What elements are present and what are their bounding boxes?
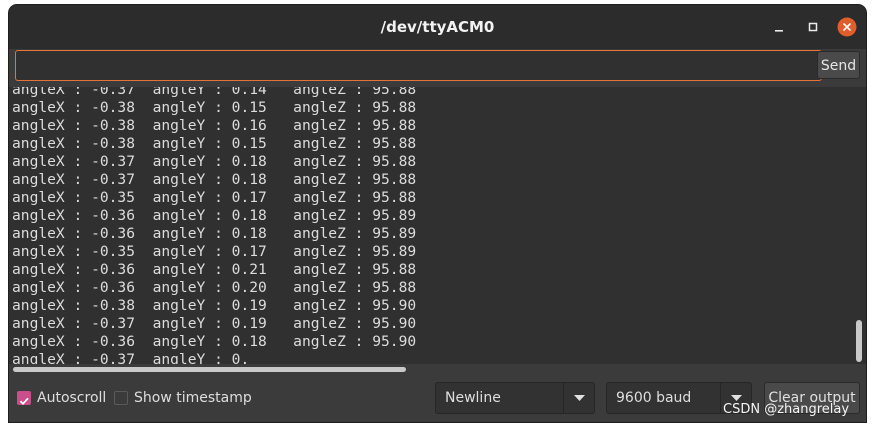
- output-line: angleX : -0.36 angleY : 0.18 angleZ : 95…: [12, 225, 417, 242]
- window-title: /dev/ttyACM0: [380, 18, 495, 36]
- output-line: angleX : -0.37 angleY : 0.19 angleZ : 95…: [12, 315, 417, 332]
- output-line: angleX : -0.35 angleY : 0.17 angleZ : 95…: [12, 189, 417, 206]
- close-button[interactable]: [837, 17, 857, 37]
- maximize-button[interactable]: [803, 17, 823, 37]
- output-line: angleX : -0.37 angleY : 0.18 angleZ : 95…: [12, 153, 417, 170]
- output-line: angleX : -0.37 angleY : 0.18 angleZ : 95…: [12, 171, 417, 188]
- chevron-down-icon: [574, 395, 585, 401]
- output-line: angleX : -0.37 angleY : 0.14 angleZ : 95…: [12, 87, 417, 98]
- output-line: angleX : -0.38 angleY : 0.16 angleZ : 95…: [12, 117, 417, 134]
- autoscroll-label: Autoscroll: [37, 390, 107, 406]
- send-row: Send: [9, 49, 866, 91]
- watermark: CSDN @zhangrelay: [723, 402, 850, 417]
- close-icon: [837, 17, 857, 37]
- serial-monitor-window: /dev/ttyACM0 Send angleX : -0.37 angleY …: [9, 5, 866, 422]
- message-input[interactable]: [15, 50, 822, 81]
- output-lines: angleX : -0.37 angleY : 0.14 angleZ : 95…: [12, 87, 416, 364]
- vertical-scrollbar[interactable]: [856, 320, 862, 362]
- chevron-down-icon: [731, 395, 742, 401]
- output-line: angleX : -0.36 angleY : 0.20 angleZ : 95…: [12, 279, 417, 296]
- select-divider: [720, 383, 721, 413]
- show-timestamp-checkbox[interactable]: [114, 391, 128, 405]
- checkmark-icon: [19, 397, 29, 405]
- baud-rate-value: 9600 baud: [616, 390, 692, 406]
- title-bar[interactable]: /dev/ttyACM0: [9, 5, 866, 49]
- output-line: angleX : -0.36 angleY : 0.21 angleZ : 95…: [12, 261, 417, 278]
- output-line: angleX : -0.36 angleY : 0.18 angleZ : 95…: [12, 207, 417, 224]
- minimize-icon: [775, 30, 783, 32]
- autoscroll-checkbox[interactable]: [17, 391, 31, 405]
- serial-output[interactable]: angleX : -0.37 angleY : 0.14 angleZ : 95…: [9, 87, 866, 364]
- output-line: angleX : -0.35 angleY : 0.17 angleZ : 95…: [12, 243, 417, 260]
- output-line: angleX : -0.38 angleY : 0.15 angleZ : 95…: [12, 99, 417, 116]
- bottom-toolbar: Autoscroll Show timestamp Newline 9600 b…: [9, 375, 866, 422]
- line-ending-select[interactable]: Newline: [435, 382, 595, 414]
- output-line: angleX : -0.37 angleY : 0.: [12, 351, 250, 364]
- line-ending-value: Newline: [445, 390, 501, 406]
- select-divider: [563, 383, 564, 413]
- send-button[interactable]: Send: [817, 51, 860, 79]
- output-line: angleX : -0.38 angleY : 0.19 angleZ : 95…: [12, 297, 417, 314]
- horizontal-scrollbar[interactable]: [13, 367, 406, 372]
- show-timestamp-label: Show timestamp: [134, 390, 252, 406]
- output-line: angleX : -0.38 angleY : 0.15 angleZ : 95…: [12, 135, 417, 152]
- output-line: angleX : -0.36 angleY : 0.18 angleZ : 95…: [12, 333, 417, 350]
- minimize-button[interactable]: [769, 17, 789, 37]
- maximize-icon: [808, 22, 818, 32]
